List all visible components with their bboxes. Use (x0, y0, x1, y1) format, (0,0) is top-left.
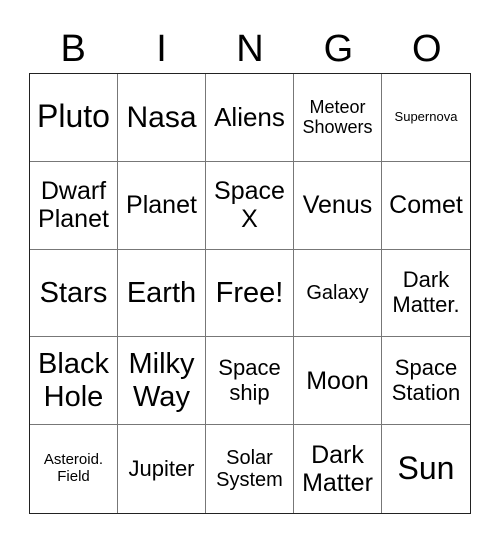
bingo-cell[interactable]: Dark Matter. (382, 250, 470, 338)
bingo-cell[interactable]: Space ship (206, 337, 294, 426)
bingo-header: B I N G O (29, 26, 471, 72)
bingo-cell[interactable]: Earth (118, 249, 206, 338)
bingo-cell[interactable]: Venus (294, 161, 382, 250)
bingo-cell[interactable]: Jupiter (118, 425, 206, 513)
header-letter-i: I (156, 28, 167, 70)
bingo-cell[interactable]: Moon (294, 337, 382, 426)
bingo-cell[interactable]: Aliens (206, 74, 294, 162)
header-letter-b: B (60, 28, 86, 70)
free-space-cell[interactable]: Free! (206, 249, 294, 338)
bingo-cell[interactable]: Space X (206, 161, 294, 250)
header-letter-n: N (236, 28, 264, 70)
bingo-cell[interactable]: Comet (382, 162, 470, 250)
bingo-cell[interactable]: Space Station (382, 337, 470, 426)
bingo-cell[interactable]: Pluto (30, 74, 118, 162)
bingo-cell[interactable]: Sun (382, 425, 470, 513)
bingo-cell[interactable]: Solar System (206, 425, 294, 513)
bingo-cell[interactable]: Dark Matter (294, 425, 382, 513)
bingo-cell[interactable]: Supernova (382, 74, 470, 162)
bingo-cell[interactable]: Asteroid. Field (30, 425, 118, 513)
bingo-cell[interactable]: Milky Way (118, 337, 206, 426)
bingo-cell[interactable]: Nasa (118, 74, 206, 162)
header-letter-g: G (323, 28, 354, 70)
bingo-cell[interactable]: Dwarf Planet (30, 161, 118, 250)
bingo-cell[interactable]: Stars (30, 249, 118, 338)
bingo-cell[interactable]: Galaxy (294, 249, 382, 338)
bingo-cell[interactable]: Meteor Showers (294, 74, 382, 162)
header-letter-o: O (411, 28, 442, 70)
bingo-card: Pluto Nasa Aliens Meteor Showers Superno… (29, 73, 471, 514)
bingo-cell[interactable]: Planet (118, 161, 206, 250)
bingo-cell[interactable]: Black Hole (30, 337, 118, 426)
